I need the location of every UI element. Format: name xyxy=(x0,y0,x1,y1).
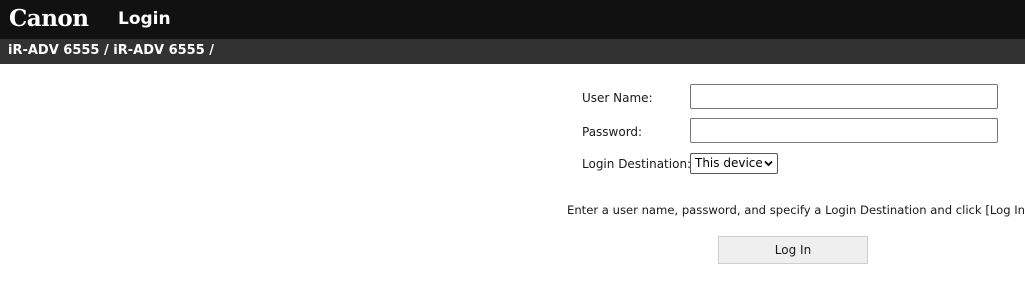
password-label: Password: xyxy=(582,125,643,139)
username-input[interactable] xyxy=(690,84,998,109)
username-label: User Name: xyxy=(582,91,653,105)
canon-logo: Canon xyxy=(9,5,89,32)
chevron-down-icon xyxy=(764,160,773,167)
login-instructions: Enter a user name, password, and specify… xyxy=(567,203,1025,217)
login-button[interactable]: Log In xyxy=(718,236,868,264)
password-input[interactable] xyxy=(690,118,998,143)
login-destination-select[interactable]: This device xyxy=(690,153,778,174)
breadcrumb: iR-ADV 6555 / iR-ADV 6555 / xyxy=(8,43,215,58)
page-title: Login xyxy=(118,9,171,29)
login-destination-value: This device xyxy=(695,156,763,170)
breadcrumb-bar: iR-ADV 6555 / iR-ADV 6555 / xyxy=(0,39,1025,64)
login-destination-label: Login Destination: xyxy=(582,157,692,171)
top-header-bar: Canon Login xyxy=(0,0,1025,39)
